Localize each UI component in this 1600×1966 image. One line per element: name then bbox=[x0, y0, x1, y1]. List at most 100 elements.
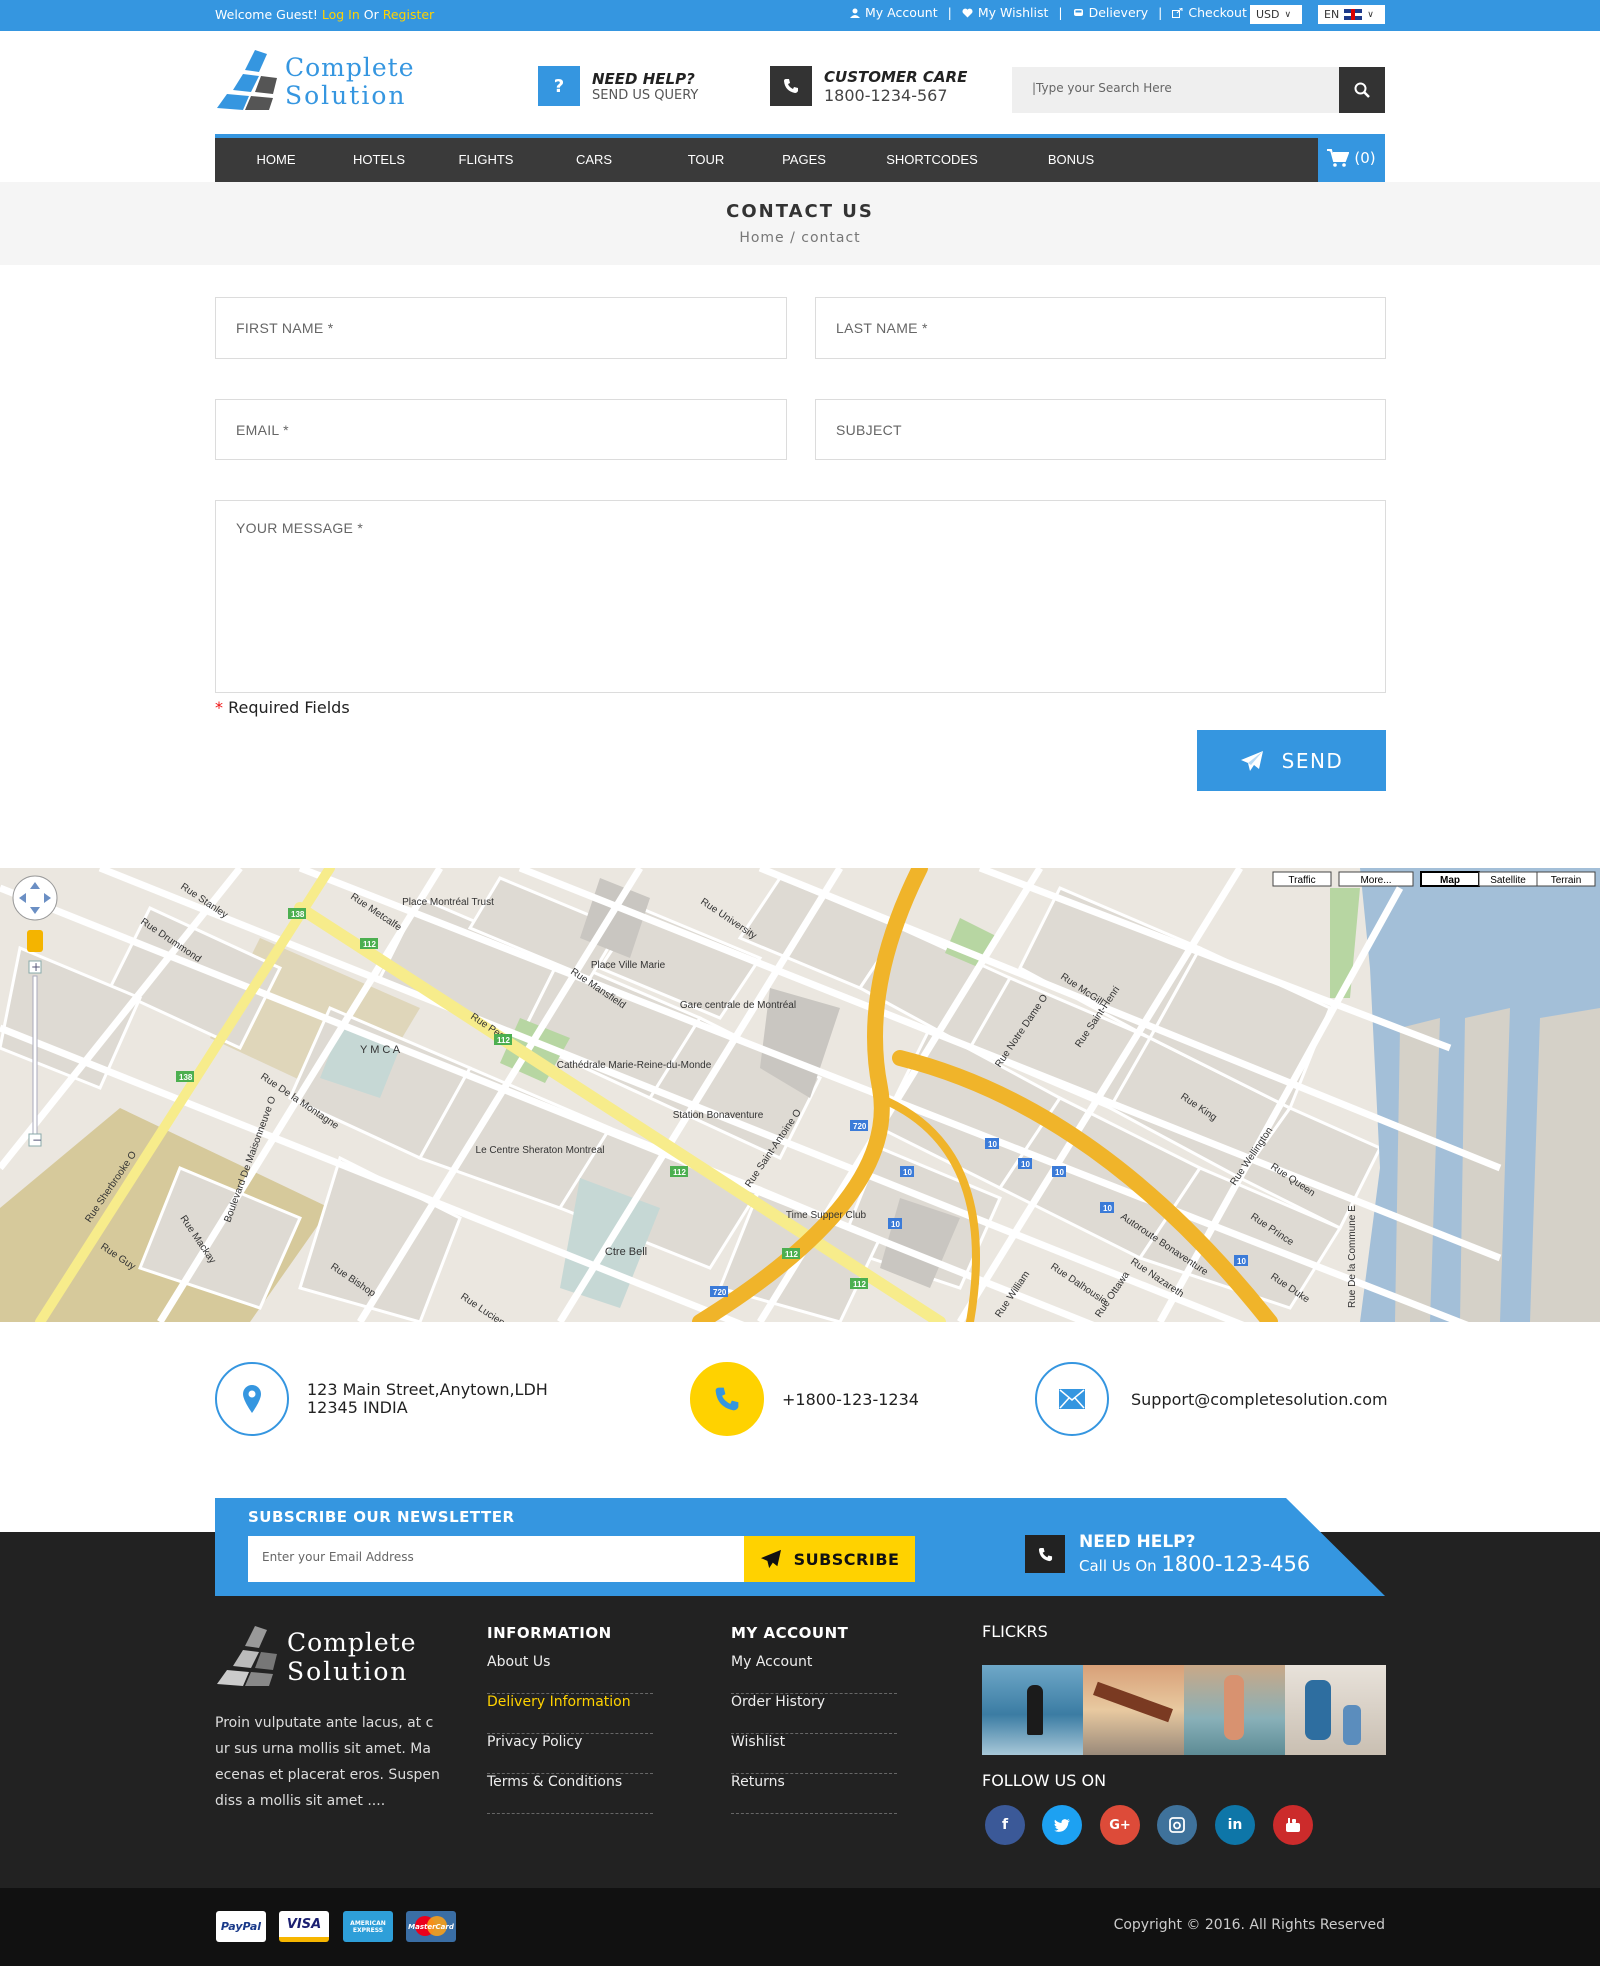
address-line1: 123 Main Street,Anytown,LDH bbox=[307, 1380, 548, 1399]
top-bar: Welcome Guest! Log In Or Register My Acc… bbox=[0, 0, 1600, 31]
footer-follow-heading: FOLLOW US ON bbox=[982, 1771, 1107, 1790]
site-logo[interactable]: Complete Solution bbox=[215, 48, 415, 113]
map-button[interactable]: Map bbox=[1440, 875, 1460, 886]
subscribe-label: SUBSCRIBE bbox=[793, 1549, 900, 1569]
flickr-photo[interactable] bbox=[982, 1665, 1083, 1755]
phone-text[interactable]: +1800-123-1234 bbox=[782, 1390, 919, 1409]
nav-item-bonus[interactable]: BONUS bbox=[1048, 138, 1094, 182]
footer-link-about[interactable]: About Us bbox=[487, 1654, 653, 1694]
currency-select[interactable]: USD ∨ bbox=[1250, 5, 1302, 24]
logo-icon bbox=[217, 50, 277, 110]
share-icon bbox=[1172, 7, 1183, 18]
customer-care-block: CUSTOMER CARE 1800-1234-567 bbox=[770, 66, 967, 106]
separator: | bbox=[1158, 5, 1163, 20]
location-map[interactable]: Place Montréal Trust Place Ville Marie Y… bbox=[0, 868, 1600, 1322]
map-label: Station Bonaventure bbox=[673, 1110, 764, 1121]
nav-item-hotels[interactable]: HOTELS bbox=[353, 138, 405, 182]
top-links: My Account | My Wishlist | Delievery | C… bbox=[850, 5, 1247, 20]
svg-text:−: − bbox=[32, 1133, 42, 1147]
first-name-field[interactable]: FIRST NAME * bbox=[215, 297, 787, 359]
page-title: CONTACT US bbox=[726, 201, 874, 222]
svg-text:10: 10 bbox=[988, 1140, 997, 1149]
flickr-photo[interactable] bbox=[1083, 1665, 1184, 1755]
footer-link-delivery[interactable]: Delivery Information bbox=[487, 1694, 653, 1734]
last-name-field[interactable]: LAST NAME * bbox=[815, 297, 1386, 359]
twitter-icon[interactable] bbox=[1042, 1805, 1082, 1845]
delivery-link[interactable]: Delievery bbox=[1073, 5, 1148, 20]
traffic-button[interactable]: Traffic bbox=[1288, 875, 1315, 886]
logo-line1: Complete bbox=[285, 53, 415, 82]
email-text[interactable]: Support@completesolution.com bbox=[1131, 1390, 1388, 1409]
terrain-button[interactable]: Terrain bbox=[1551, 875, 1582, 886]
phone-icon bbox=[690, 1362, 764, 1436]
search-input[interactable]: |Type your Search Here bbox=[1012, 67, 1339, 113]
footer-logo[interactable]: Complete Solution bbox=[215, 1624, 416, 1690]
nav-item-flights[interactable]: FLIGHTS bbox=[459, 138, 514, 182]
newsletter-email-input[interactable]: Enter your Email Address bbox=[248, 1536, 744, 1582]
mastercard-icon: MasterCard bbox=[406, 1911, 456, 1942]
facebook-icon[interactable]: f bbox=[985, 1805, 1025, 1845]
phone-icon bbox=[770, 66, 812, 106]
message-field[interactable]: YOUR MESSAGE * bbox=[215, 500, 1386, 693]
breadcrumb: Home / contact bbox=[0, 230, 1600, 246]
nav-item-pages[interactable]: PAGES bbox=[782, 138, 826, 182]
welcome-label: Welcome Guest! bbox=[215, 7, 318, 22]
logo-line2: Solution bbox=[285, 81, 407, 110]
my-wishlist-link[interactable]: My Wishlist bbox=[962, 5, 1048, 20]
footer-link-privacy[interactable]: Privacy Policy bbox=[487, 1734, 653, 1774]
footer-call-number[interactable]: 1800-123-456 bbox=[1161, 1552, 1310, 1576]
subscribe-button[interactable]: SUBSCRIBE bbox=[744, 1536, 915, 1582]
more-button[interactable]: More... bbox=[1360, 875, 1391, 886]
svg-text:10: 10 bbox=[1021, 1160, 1030, 1169]
footer-information-heading: INFORMATION bbox=[487, 1624, 612, 1642]
footer-link-my-account[interactable]: My Account bbox=[731, 1654, 897, 1694]
linkedin-icon[interactable]: in bbox=[1215, 1805, 1255, 1845]
nav-item-cars[interactable]: CARS bbox=[576, 138, 612, 182]
footer-link-returns[interactable]: Returns bbox=[731, 1774, 897, 1814]
nav-item-home[interactable]: HOME bbox=[257, 138, 296, 182]
svg-text:138: 138 bbox=[179, 1073, 193, 1082]
need-help-block[interactable]: ? NEED HELP? SEND US QUERY bbox=[538, 66, 698, 106]
login-link[interactable]: Log In bbox=[322, 7, 360, 22]
map-canvas[interactable]: Place Montréal Trust Place Ville Marie Y… bbox=[0, 868, 1600, 1322]
paper-plane-icon bbox=[1240, 750, 1263, 771]
language-select[interactable]: EN ∨ bbox=[1318, 5, 1385, 24]
footer-flickrs-heading: FLICKRS bbox=[982, 1622, 1048, 1641]
uk-flag-icon bbox=[1344, 9, 1363, 20]
satellite-button[interactable]: Satellite bbox=[1490, 875, 1526, 886]
map-type-buttons[interactable]: Traffic More... Map Satellite Terrain bbox=[1272, 871, 1596, 887]
footer-link-order-history[interactable]: Order History bbox=[731, 1694, 897, 1734]
checkout-link[interactable]: Checkout bbox=[1172, 5, 1247, 20]
subject-field[interactable]: SUBJECT bbox=[815, 399, 1386, 460]
copyright-text: Copyright © 2016. All Rights Reserved bbox=[1113, 1917, 1385, 1933]
customer-care-title: CUSTOMER CARE bbox=[824, 67, 968, 86]
google-plus-icon[interactable]: G+ bbox=[1100, 1805, 1140, 1845]
youtube-icon[interactable] bbox=[1273, 1805, 1313, 1845]
send-button[interactable]: SEND bbox=[1197, 730, 1386, 791]
svg-text:10: 10 bbox=[891, 1220, 900, 1229]
search-button[interactable] bbox=[1339, 67, 1385, 113]
svg-text:720: 720 bbox=[713, 1288, 727, 1297]
cart-button[interactable]: (0) bbox=[1318, 134, 1385, 182]
my-account-label: My Account bbox=[865, 5, 938, 20]
register-link[interactable]: Register bbox=[383, 7, 434, 22]
send-label: SEND bbox=[1281, 748, 1344, 773]
map-label: Place Ville Marie bbox=[591, 960, 666, 971]
email-field[interactable]: EMAIL * bbox=[215, 399, 787, 460]
required-star: * bbox=[215, 698, 223, 717]
welcome-text: Welcome Guest! Log In Or Register bbox=[215, 7, 434, 22]
required-text: Required Fields bbox=[228, 698, 350, 717]
instagram-icon[interactable] bbox=[1157, 1805, 1197, 1845]
checkout-label: Checkout bbox=[1188, 5, 1247, 20]
breadcrumb-home[interactable]: Home bbox=[739, 230, 784, 246]
map-label: Time Supper Club bbox=[786, 1210, 867, 1221]
footer-link-terms[interactable]: Terms & Conditions bbox=[487, 1774, 653, 1814]
nav-item-shortcodes[interactable]: SHORTCODES bbox=[886, 138, 978, 182]
svg-text:112: 112 bbox=[673, 1168, 686, 1177]
my-account-link[interactable]: My Account bbox=[850, 5, 938, 20]
flickr-photo[interactable] bbox=[1285, 1665, 1386, 1755]
nav-item-tour[interactable]: TOUR bbox=[688, 138, 725, 182]
address-info: 123 Main Street,Anytown,LDH 12345 INDIA bbox=[215, 1362, 548, 1436]
flickr-photo[interactable] bbox=[1184, 1665, 1285, 1755]
footer-link-wishlist[interactable]: Wishlist bbox=[731, 1734, 897, 1774]
